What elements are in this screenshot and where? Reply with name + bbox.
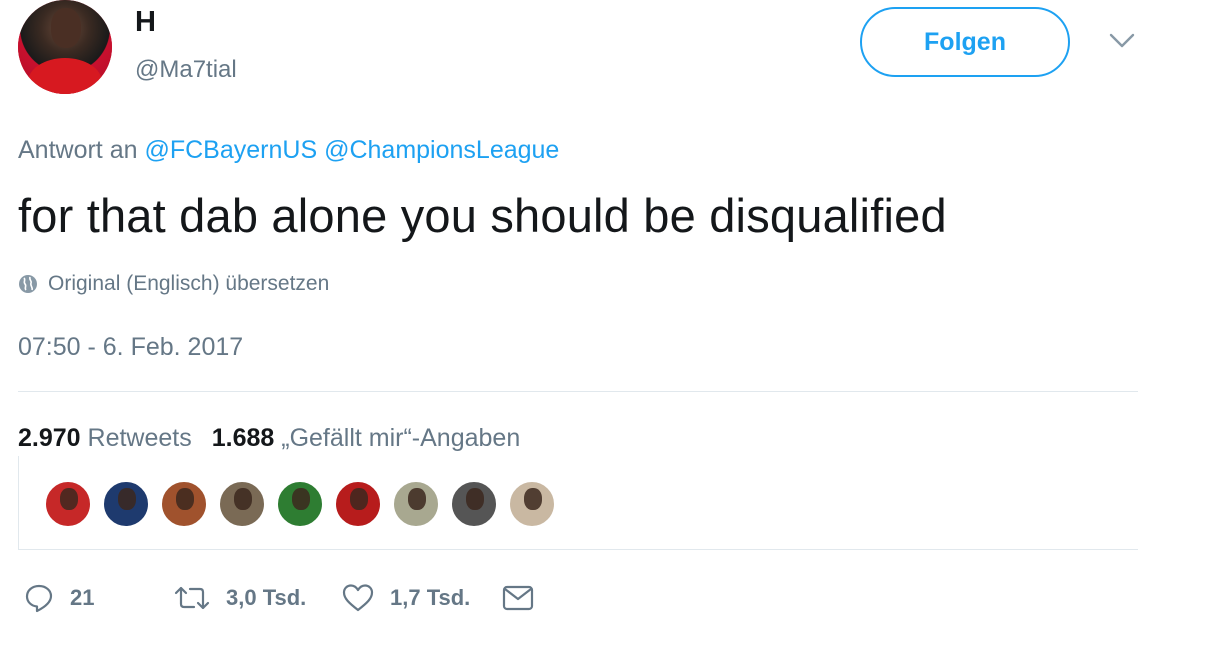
liker-avatar[interactable]	[218, 480, 266, 528]
retweets-count: 2.970	[18, 424, 81, 452]
reply-prefix: Antwort an	[18, 136, 138, 164]
liker-avatar[interactable]	[334, 480, 382, 528]
liker-avatar[interactable]	[44, 480, 92, 528]
chevron-down-icon[interactable]	[1109, 33, 1135, 49]
liker-avatar[interactable]	[392, 480, 440, 528]
tweet-actions: 21 3,0 Tsd. 1,7 Tsd.	[24, 580, 550, 616]
retweets-stat[interactable]: 2.970 Retweets	[18, 424, 192, 453]
likes-stat[interactable]: 1.688 „Gefällt mir“-Angaben	[212, 424, 521, 453]
likers-avatar-list	[44, 480, 566, 528]
divider	[18, 456, 19, 550]
translate-link[interactable]: Original (Englisch) übersetzen	[18, 272, 329, 296]
likes-count: 1.688	[211, 424, 275, 452]
user-display-name[interactable]: H	[135, 6, 156, 39]
follow-button[interactable]: Folgen	[860, 7, 1070, 77]
reply-context: Antwort an @FCBayernUS @ChampionsLeague	[18, 136, 559, 165]
divider	[18, 391, 1138, 392]
user-handle[interactable]: @Ma7tial	[135, 56, 237, 84]
tweet-text: for that dab alone you should be disqual…	[18, 189, 947, 242]
retweet-count: 3,0 Tsd.	[226, 585, 307, 610]
user-avatar[interactable]	[18, 0, 112, 94]
envelope-icon	[502, 585, 534, 611]
globe-icon	[19, 275, 37, 293]
reply-button[interactable]: 21	[24, 583, 174, 613]
likes-label: „Gefällt mir“-Angaben	[281, 424, 521, 452]
liker-avatar[interactable]	[276, 480, 324, 528]
tweet-timestamp[interactable]: 07:50 - 6. Feb. 2017	[18, 333, 243, 362]
retweets-label: Retweets	[87, 424, 192, 452]
liker-avatar[interactable]	[102, 480, 150, 528]
translate-label: Original (Englisch) übersetzen	[48, 272, 330, 295]
like-button[interactable]: 1,7 Tsd.	[342, 583, 502, 613]
divider	[18, 549, 1138, 550]
liker-avatar[interactable]	[160, 480, 208, 528]
like-count: 1,7 Tsd.	[390, 585, 471, 610]
reply-icon	[25, 584, 53, 613]
direct-message-button[interactable]	[502, 585, 550, 611]
reply-count: 21	[70, 585, 95, 610]
retweet-button[interactable]: 3,0 Tsd.	[174, 585, 342, 611]
mention-link-championsleague[interactable]: @ChampionsLeague	[324, 136, 559, 164]
liker-avatar[interactable]	[508, 480, 556, 528]
tweet-stats: 2.970 Retweets 1.688 „Gefällt mir“-Angab…	[18, 424, 540, 453]
retweet-icon	[174, 586, 210, 610]
liker-avatar[interactable]	[450, 480, 498, 528]
mention-link-fcbayernus[interactable]: @FCBayernUS	[144, 136, 317, 164]
heart-icon	[342, 584, 374, 612]
